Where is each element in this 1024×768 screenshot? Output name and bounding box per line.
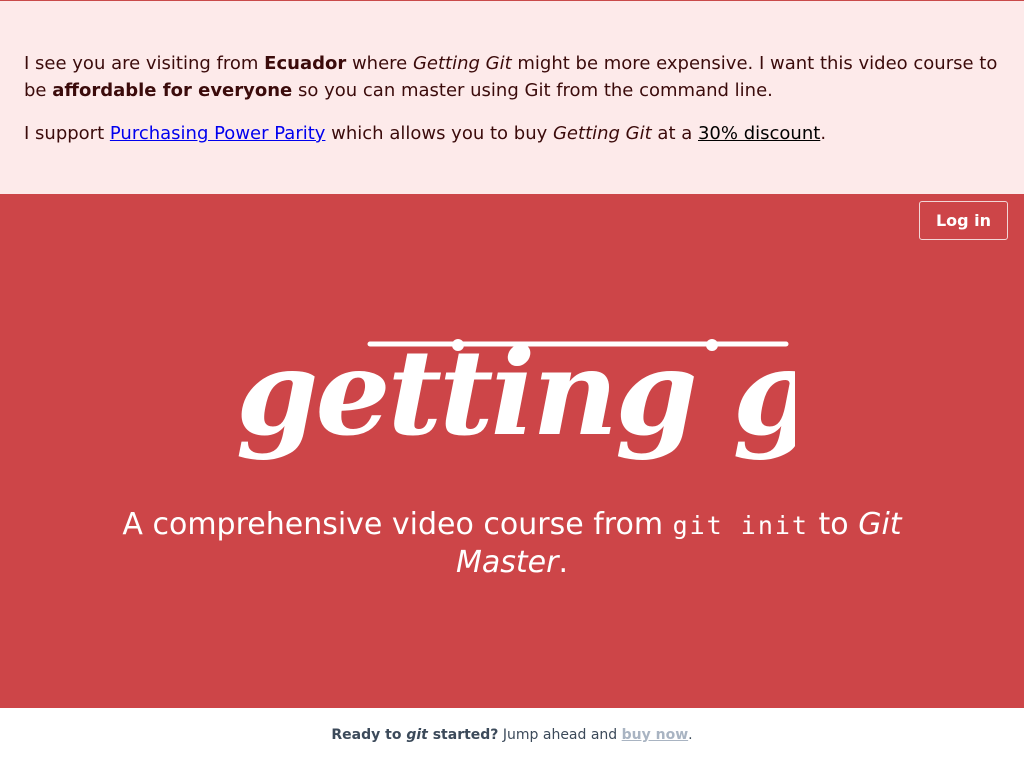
discount-link[interactable]: 30% discount — [698, 123, 820, 144]
ppp-text: at a — [651, 123, 698, 144]
cta-ready: Ready to git started? — [331, 727, 498, 743]
ppp-text: which allows you to buy — [325, 123, 553, 144]
tagline-text: . — [558, 545, 568, 580]
cta-text: Jump ahead and — [498, 727, 622, 743]
ppp-support-message: I support Purchasing Power Parity which … — [24, 120, 1000, 147]
buy-cta-bar: Ready to git started? Jump ahead and buy… — [0, 708, 1024, 768]
tagline-code: git init — [672, 511, 809, 540]
hero-tagline: A comprehensive video course from git in… — [112, 506, 912, 581]
course-name: Getting Git — [552, 123, 652, 144]
buy-now-link[interactable]: buy now — [622, 727, 689, 743]
course-name: Getting Git — [412, 53, 512, 74]
ppp-text: I see you are visiting from — [24, 53, 265, 74]
ppp-text: so you can master using Git from the com… — [292, 80, 773, 101]
ppp-banner: I see you are visiting from Ecuador wher… — [0, 0, 1024, 194]
hero-section: Log in getting git A comprehensive video… — [0, 194, 1024, 708]
logo-text: getting git — [236, 323, 795, 462]
ppp-text: I support — [24, 123, 110, 144]
cta-text: . — [688, 727, 693, 743]
ppp-message: I see you are visiting from Ecuador wher… — [24, 50, 1000, 104]
tagline-text: to — [809, 507, 859, 542]
getting-git-logo: getting git — [230, 304, 911, 469]
logo-svg: getting git — [236, 323, 911, 462]
ppp-link[interactable]: Purchasing Power Parity — [110, 123, 326, 144]
login-button[interactable]: Log in — [919, 201, 1008, 240]
affordable-text: affordable for everyone — [52, 80, 293, 101]
ppp-text: where — [346, 53, 413, 74]
cta-text: started? — [427, 727, 499, 743]
cta-text: Ready to — [331, 727, 407, 743]
tagline-text: A comprehensive video course from — [122, 507, 673, 542]
cta-git: git — [406, 727, 428, 743]
visitor-country: Ecuador — [264, 53, 347, 74]
ppp-text: . — [820, 123, 827, 144]
